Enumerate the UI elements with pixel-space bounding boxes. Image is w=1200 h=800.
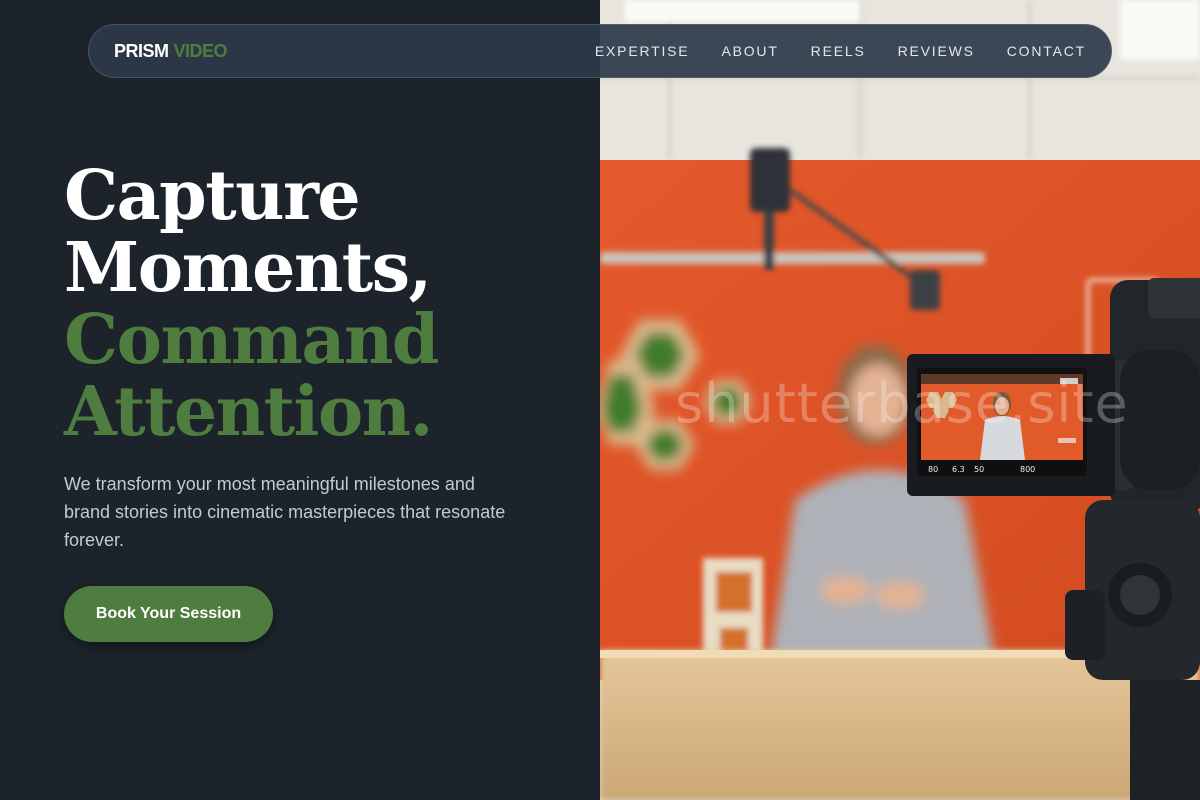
nav-link-reels[interactable]: REELS <box>811 43 866 59</box>
nav-link-reviews[interactable]: REVIEWS <box>898 43 975 59</box>
svg-text:50: 50 <box>974 465 984 474</box>
nav-link-contact[interactable]: CONTACT <box>1007 43 1086 59</box>
hero-title-line-1: Capture <box>64 156 361 236</box>
watermark-text: shutterbase.site <box>675 372 1129 435</box>
svg-text:80: 80 <box>928 465 938 474</box>
hero-title: Capture Moments, Command Attention. <box>64 156 439 452</box>
nav-link-about[interactable]: ABOUT <box>721 43 778 59</box>
hero-title-line-2: Moments, <box>64 228 432 308</box>
svg-text:6.3: 6.3 <box>952 465 965 474</box>
brand-name-accent: VIDEO <box>173 40 228 61</box>
book-session-button[interactable]: Book Your Session <box>64 586 273 642</box>
brand-name-primary: PRISM <box>114 40 169 61</box>
svg-text:800: 800 <box>1020 465 1035 474</box>
hero-title-line-4: Attention. <box>64 372 433 452</box>
top-navbar: PRISM VIDEO EXPERTISE ABOUT REELS REVIEW… <box>88 24 1112 78</box>
nav-links: EXPERTISE ABOUT REELS REVIEWS CONTACT <box>595 43 1086 59</box>
hero-subtitle: We transform your most meaningful milest… <box>64 474 506 550</box>
brand-logo[interactable]: PRISM VIDEO <box>114 40 228 62</box>
nav-link-expertise[interactable]: EXPERTISE <box>595 43 690 59</box>
hero-title-line-3: Command <box>64 300 439 380</box>
